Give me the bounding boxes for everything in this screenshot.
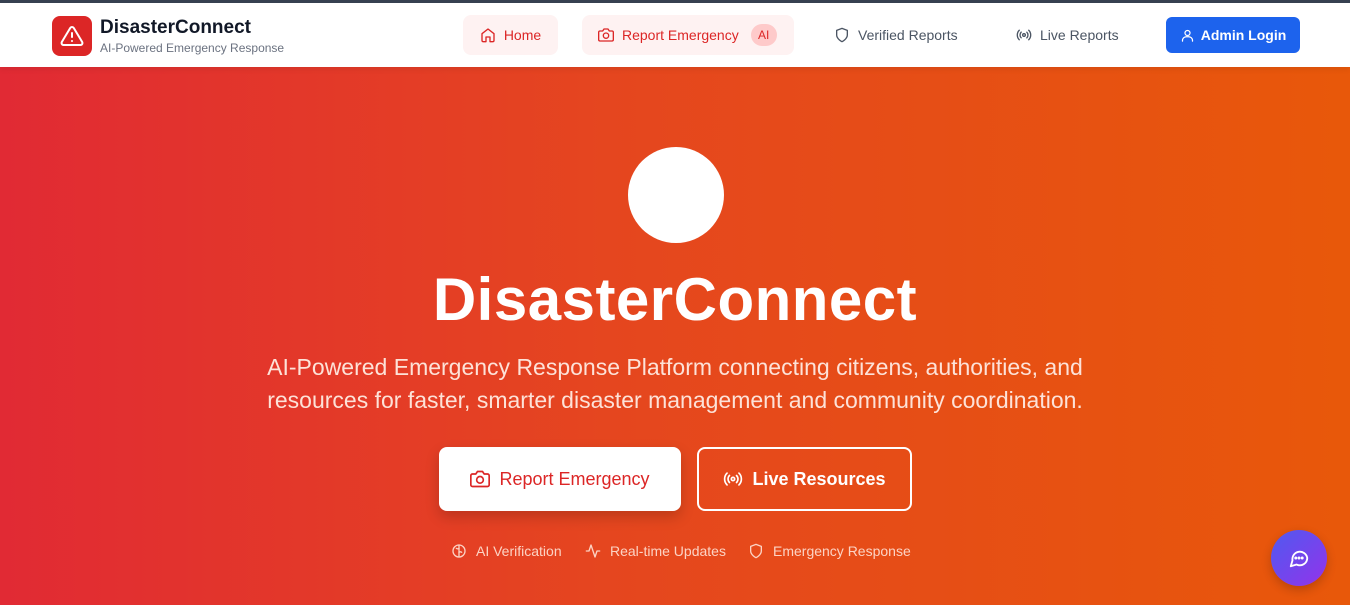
nav-verified-reports[interactable]: Verified Reports bbox=[834, 15, 958, 55]
home-icon bbox=[481, 28, 495, 43]
nav-home[interactable]: Home bbox=[463, 15, 558, 55]
hero-section: DisasterConnect AI-Powered Emergency Res… bbox=[0, 67, 1350, 605]
nav-report-label: Report Emergency bbox=[622, 27, 739, 43]
report-emergency-label: Report Emergency bbox=[499, 468, 650, 489]
camera-icon bbox=[470, 470, 491, 488]
live-resources-button[interactable]: Live Resources bbox=[697, 447, 912, 511]
chat-bubble-icon bbox=[1289, 550, 1309, 568]
feature-ai-verification: AI Verification bbox=[451, 543, 562, 559]
feature-label: Real-time Updates bbox=[610, 543, 726, 559]
admin-login-button[interactable]: Admin Login bbox=[1166, 17, 1300, 53]
brand-name: DisasterConnect bbox=[100, 16, 251, 38]
brand-tagline: AI-Powered Emergency Response bbox=[100, 40, 285, 55]
nav-live-label: Live Reports bbox=[1040, 27, 1119, 43]
brain-icon bbox=[452, 544, 466, 558]
brand[interactable]: DisasterConnect AI-Powered Emergency Res… bbox=[52, 16, 284, 56]
alert-triangle-icon bbox=[52, 16, 92, 56]
user-icon bbox=[1181, 29, 1193, 42]
shield-icon bbox=[750, 543, 762, 559]
nav-live-reports[interactable]: Live Reports bbox=[1016, 15, 1119, 55]
feature-emergency-response: Emergency Response bbox=[748, 543, 911, 559]
nav-report-emergency[interactable]: Report Emergency AI bbox=[582, 15, 794, 55]
navbar: DisasterConnect AI-Powered Emergency Res… bbox=[0, 3, 1350, 67]
shield-icon bbox=[836, 27, 848, 43]
nav-verified-label: Verified Reports bbox=[858, 27, 958, 43]
live-resources-label: Live Resources bbox=[752, 468, 886, 489]
radio-signal-icon bbox=[1016, 29, 1032, 41]
report-emergency-button[interactable]: Report Emergency bbox=[439, 447, 681, 511]
admin-login-label: Admin Login bbox=[1200, 27, 1287, 43]
feature-realtime-updates: Real-time Updates bbox=[585, 543, 726, 559]
chat-button[interactable] bbox=[1271, 530, 1327, 586]
feature-label: Emergency Response bbox=[773, 543, 911, 559]
radio-signal-icon bbox=[724, 472, 743, 486]
nav-home-label: Home bbox=[503, 27, 542, 43]
activity-icon bbox=[585, 544, 601, 558]
ai-badge: AI bbox=[750, 24, 777, 46]
hero-logo-circle bbox=[628, 147, 724, 243]
hero-title: DisasterConnect bbox=[432, 266, 918, 333]
feature-label: AI Verification bbox=[476, 543, 562, 559]
hero-subtitle: AI-Powered Emergency Response Platform c… bbox=[267, 354, 1083, 413]
camera-icon bbox=[598, 28, 614, 42]
